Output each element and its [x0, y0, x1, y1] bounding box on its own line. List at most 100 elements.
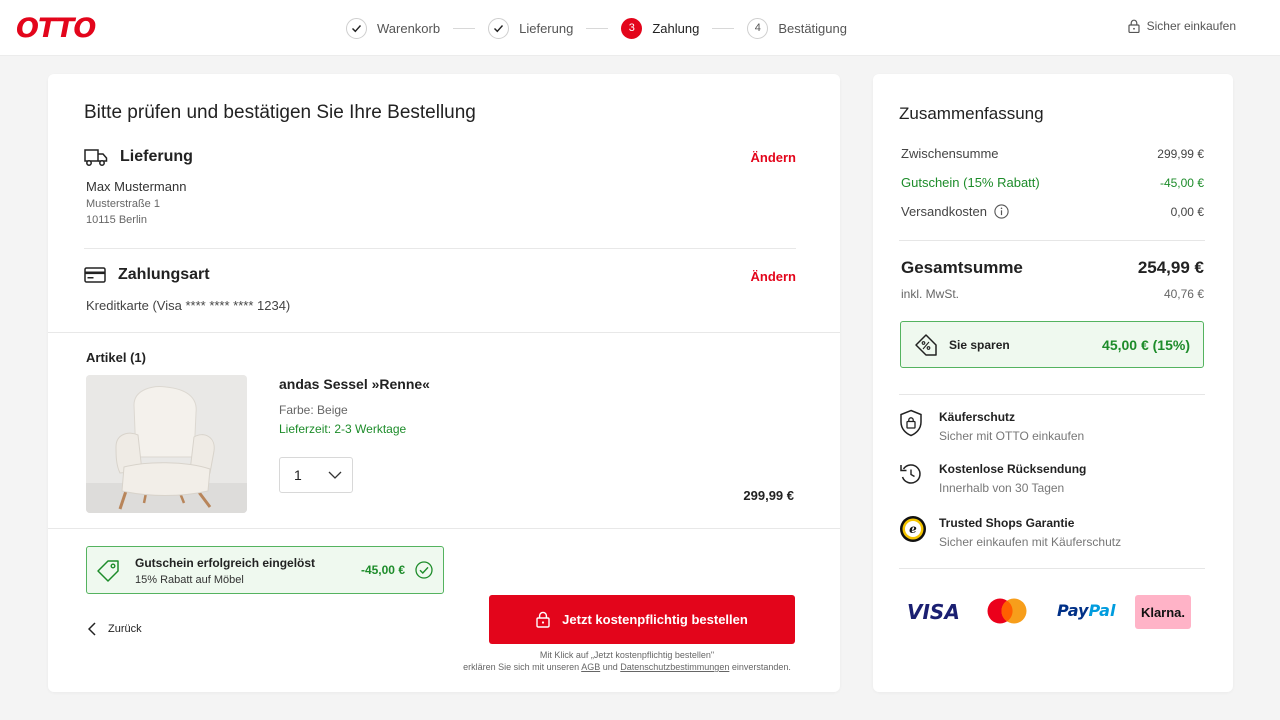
vat-row: inkl. MwSt. 40,76 €: [901, 287, 1204, 301]
agb-link[interactable]: AGB: [581, 662, 600, 672]
vat-value: 40,76 €: [1163, 287, 1204, 301]
subtotal-value: 299,99 €: [1157, 146, 1204, 161]
quantity-select[interactable]: 1: [279, 457, 353, 493]
legal-text: erklären Sie sich mit unseren: [463, 662, 580, 672]
back-link[interactable]: Zurück: [88, 622, 142, 636]
feature-title: Käuferschutz: [939, 410, 1016, 424]
paypal-text: Pay: [1057, 601, 1089, 620]
otto-logo[interactable]: OTTO: [16, 14, 96, 44]
articles-heading: Artikel (1): [86, 350, 146, 365]
product-name[interactable]: andas Sessel »Renne«: [279, 376, 430, 392]
chevron-left-icon: [88, 622, 96, 636]
payment-logos: VISA PayPal Klarna.: [899, 592, 1205, 632]
voucher-applied-box: Gutschein erfolgreich eingelöst 15% Raba…: [86, 546, 444, 594]
divider: [899, 240, 1205, 241]
voucher-value: -45,00 €: [1159, 175, 1204, 190]
step-warenkorb[interactable]: Warenkorb: [346, 17, 440, 39]
legal-line2: erklären Sie sich mit unseren AGB und Da…: [448, 661, 806, 673]
savings-box: Sie sparen 45,00 € (15%): [900, 321, 1204, 368]
total-label: Gesamtsumme: [901, 258, 1023, 277]
check-icon: [488, 17, 510, 39]
product-delivery-time: Lieferzeit: 2-3 Werktage: [279, 422, 407, 436]
return-icon: [900, 464, 921, 484]
vat-label: inkl. MwSt.: [901, 287, 960, 301]
divider: [899, 568, 1205, 569]
percent-tag-icon: [915, 334, 937, 356]
legal-notice: Mit Klick auf „Jetzt kostenpflichtig bes…: [448, 649, 806, 673]
payment-method: Kreditkarte (Visa **** **** **** 1234): [86, 298, 291, 313]
feature-subtitle: Sicher mit OTTO einkaufen: [939, 429, 1085, 443]
order-review-card: Bitte prüfen und bestätigen Sie Ihre Bes…: [48, 74, 840, 692]
step-lieferung[interactable]: Lieferung: [488, 17, 573, 39]
check-circle-icon: [415, 561, 433, 579]
delivery-section-header: Lieferung: [84, 147, 193, 167]
chevron-down-icon: [328, 471, 342, 479]
checkout-steps: Warenkorb Lieferung 3 Zahlung 4 Bestätig…: [346, 17, 847, 39]
mastercard-logo: [987, 598, 1027, 624]
legal-text: einverstanden.: [731, 662, 791, 672]
info-icon[interactable]: [994, 204, 1009, 219]
lock-icon: [536, 611, 550, 628]
feature-title: Kostenlose Rücksendung: [939, 462, 1087, 476]
legal-line1: Mit Klick auf „Jetzt kostenpflichtig bes…: [539, 650, 715, 660]
step-connector: [453, 27, 476, 29]
back-label: Zurück: [108, 623, 142, 635]
svg-text:e: e: [909, 522, 917, 536]
savings-value: 45,00 € (15%): [1102, 337, 1190, 353]
shield-lock-icon: [900, 409, 922, 437]
address-street: Musterstraße 1: [86, 198, 160, 210]
step-label: Bestätigung: [778, 20, 847, 36]
check-icon: [346, 17, 367, 39]
step-bestaetigung: 4 Bestätigung: [747, 17, 847, 39]
delivery-address: Max Mustermann Musterstraße 1 10115 Berl…: [86, 179, 186, 226]
delivery-title: Lieferung: [120, 148, 193, 165]
header: OTTO Warenkorb Lieferung 3 Zahlung 4 Bes…: [0, 0, 1280, 56]
divider: [48, 528, 840, 529]
total-row: Gesamtsumme 254,99 €: [901, 258, 1204, 278]
recipient-name: Max Mustermann: [86, 179, 187, 194]
divider: [48, 332, 840, 333]
step-number: 4: [747, 17, 769, 39]
savings-label: Sie sparen: [949, 338, 1010, 352]
voucher-title: Gutschein erfolgreich eingelöst: [135, 556, 316, 570]
shipping-label: Versandkosten: [901, 204, 988, 219]
place-order-label: Jetzt kostenpflichtig bestellen: [562, 612, 748, 627]
divider: [899, 394, 1205, 395]
divider: [84, 248, 796, 249]
step-number: 3: [621, 17, 643, 39]
paypal-text: Pal: [1088, 601, 1116, 620]
subtotal-label: Zwischensumme: [901, 146, 999, 161]
product-image[interactable]: [86, 375, 247, 513]
shipping-value: 0,00 €: [1170, 204, 1204, 219]
tag-icon: [97, 560, 119, 582]
klarna-logo: Klarna.: [1135, 595, 1191, 629]
step-connector: [712, 27, 735, 29]
privacy-link[interactable]: Datenschutzbestimmungen: [620, 662, 729, 672]
step-connector: [586, 27, 609, 29]
summary-title: Zusammenfassung: [899, 104, 1044, 123]
total-value: 254,99 €: [1137, 258, 1204, 277]
quantity-value: 1: [294, 467, 302, 483]
place-order-button[interactable]: Jetzt kostenpflichtig bestellen: [489, 595, 795, 644]
step-zahlung: 3 Zahlung: [621, 17, 700, 39]
voucher-label: Gutschein (15% Rabatt): [901, 175, 1040, 190]
shipping-row: Versandkosten 0,00 €: [901, 204, 1204, 219]
voucher-row: Gutschein (15% Rabatt) -45,00 €: [901, 175, 1204, 190]
secure-shopping: Sicher einkaufen: [1128, 19, 1236, 33]
feature-subtitle: Sicher einkaufen mit Käuferschutz: [939, 535, 1122, 549]
visa-logo: VISA: [907, 600, 960, 624]
credit-card-icon: [84, 267, 106, 283]
voucher-subtitle: 15% Rabatt auf Möbel: [135, 574, 244, 586]
lock-icon: [1128, 19, 1140, 33]
secure-label: Sicher einkaufen: [1146, 19, 1236, 33]
legal-text: und: [602, 662, 618, 672]
payment-title: Zahlungsart: [118, 266, 210, 283]
step-label: Zahlung: [652, 20, 700, 36]
change-delivery-link[interactable]: Ändern: [751, 150, 797, 165]
feature-title: Trusted Shops Garantie: [939, 516, 1075, 530]
trusted-shops-seal-icon: e: [900, 516, 926, 542]
voucher-amount: -45,00 €: [360, 563, 405, 577]
change-payment-link[interactable]: Ändern: [751, 269, 797, 284]
paypal-logo: PayPal: [1057, 601, 1115, 620]
product-price: 299,99 €: [743, 488, 794, 503]
